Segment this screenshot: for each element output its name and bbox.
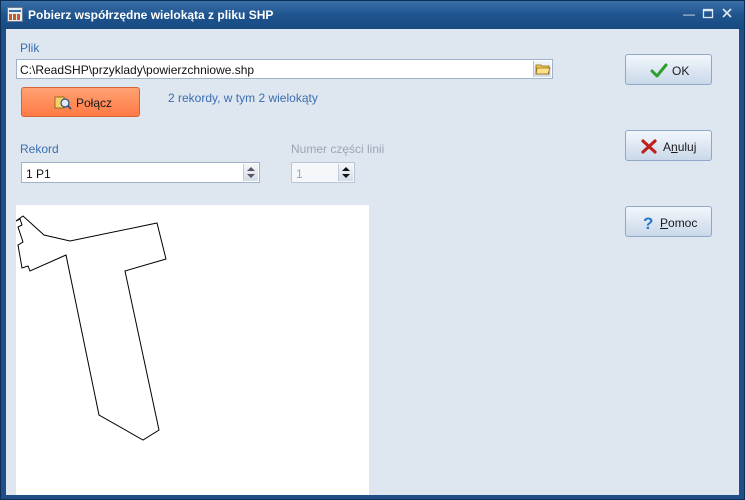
part-number-label: Numer części linii (291, 142, 385, 156)
file-path-value: C:\ReadSHP\przyklady\powierzchniowe.shp (20, 63, 255, 77)
part-number-spinner: 1 (291, 162, 355, 183)
check-icon (650, 63, 668, 78)
cancel-button[interactable]: Anuluj (625, 130, 712, 161)
dialog-client-area: Plik C:\ReadSHP\przyklady\powierzchniowe… (6, 29, 739, 495)
connect-label: Połącz (76, 96, 113, 110)
records-info-text: 2 rekordy, w tym 2 wielokąty (168, 91, 318, 105)
part-spin-arrows (338, 164, 353, 181)
polygon-preview-canvas (15, 205, 369, 495)
spin-down-icon[interactable] (247, 174, 255, 178)
dialog-window: Pobierz współrzędne wielokąta z pliku SH… (0, 0, 745, 500)
record-label: Rekord (20, 142, 59, 156)
part-number-value: 1 (296, 167, 303, 181)
question-icon: ? (643, 214, 653, 231)
cancel-label-mnemonic: n (671, 140, 678, 154)
connect-button[interactable]: Połącz (21, 87, 140, 117)
help-label-mnemonic: P (660, 216, 669, 230)
ok-label: OK (672, 64, 690, 78)
close-icon[interactable] (720, 7, 734, 21)
help-label: Pomoc (660, 216, 697, 230)
browse-button[interactable] (533, 61, 551, 77)
record-select[interactable]: 1 P1 (21, 162, 260, 183)
record-spin-arrows[interactable] (243, 164, 258, 181)
polygon-shape (15, 215, 167, 441)
ok-button[interactable]: OK (625, 54, 712, 85)
spin-down-icon (342, 174, 350, 178)
folder-open-icon (535, 64, 551, 75)
connect-icon (54, 96, 72, 110)
record-select-value: 1 P1 (26, 167, 51, 181)
svg-text:?: ? (643, 214, 653, 231)
spin-up-icon[interactable] (247, 167, 255, 171)
x-icon (641, 139, 657, 154)
window-title: Pobierz współrzędne wielokąta z pliku SH… (28, 8, 274, 22)
cancel-label-rest: uluj (677, 140, 697, 154)
spin-up-icon (342, 167, 350, 171)
title-bar[interactable]: Pobierz współrzędne wielokąta z pliku SH… (1, 1, 744, 29)
help-label-rest: omoc (668, 216, 698, 230)
help-button[interactable]: ? Pomoc (625, 206, 712, 237)
cancel-label-a: A (663, 140, 672, 154)
minimize-icon[interactable]: — (682, 7, 696, 21)
file-label: Plik (20, 41, 40, 55)
file-path-field[interactable]: C:\ReadSHP\przyklady\powierzchniowe.shp (16, 59, 553, 79)
maximize-icon[interactable] (701, 7, 715, 21)
app-icon (7, 7, 23, 22)
cancel-label: Anuluj (663, 140, 696, 154)
